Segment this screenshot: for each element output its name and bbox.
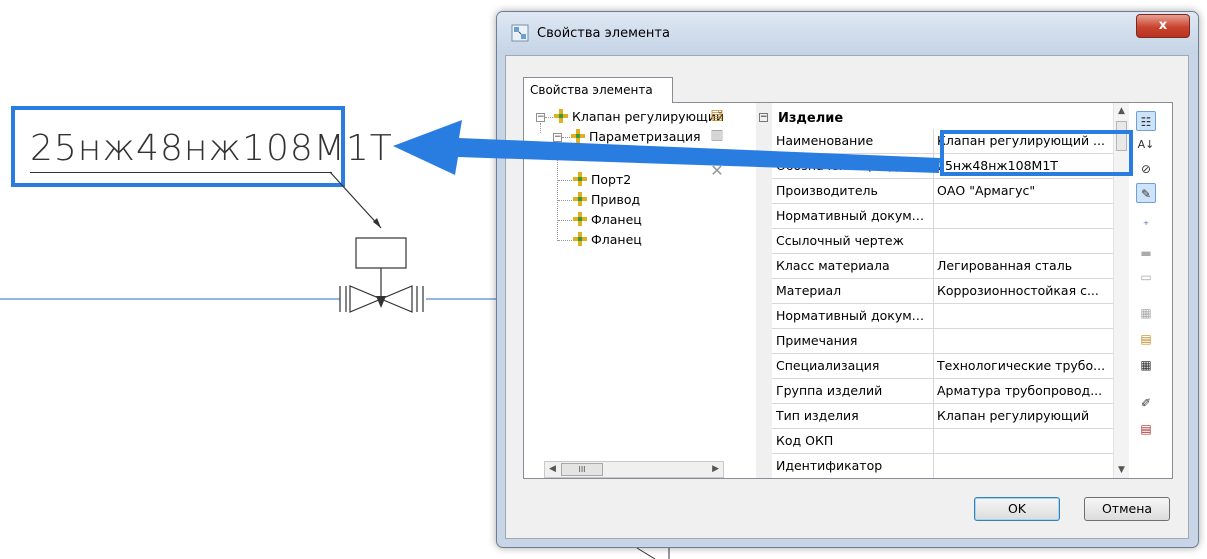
component-node-icon — [573, 172, 587, 186]
property-row[interactable]: Нормативный докумен... — [772, 304, 1113, 329]
property-name: Тип изделия — [776, 408, 859, 423]
delete-property-icon[interactable]: ▬ — [1136, 243, 1156, 263]
tree-node-label: Параметризация — [589, 129, 701, 144]
property-name: Обозначение (модель) — [776, 158, 926, 173]
property-name: Наименование — [776, 133, 874, 148]
categorized-view-icon[interactable]: ☷ — [1136, 111, 1156, 131]
tree-node-label: Привод — [591, 192, 641, 207]
category-collapse-toggle[interactable]: − — [759, 113, 768, 122]
component-node-icon — [573, 232, 587, 246]
table-view-icon[interactable]: ▦ — [1136, 355, 1156, 375]
property-name: Нормативный документ — [776, 208, 928, 223]
property-row[interactable]: Примечания — [772, 329, 1113, 354]
property-row[interactable]: Нормативный документ — [772, 204, 1113, 229]
category-label: Изделие — [778, 111, 844, 126]
element-tree: − Клапан регулирующий − Параметризация П… — [532, 109, 729, 478]
property-name: Код ОКП — [776, 433, 834, 448]
remove-list-icon[interactable]: ▤ — [1136, 419, 1156, 439]
tab-element-properties[interactable]: Свойства элемента — [523, 77, 673, 103]
property-row[interactable]: Ссылочный чертеж — [772, 229, 1113, 254]
property-name: Материал — [776, 283, 842, 298]
property-row[interactable]: Тип изделия Клапан регулирующий — [772, 404, 1113, 429]
scroll-down-icon[interactable]: ▼ — [1118, 465, 1125, 475]
cancel-button[interactable]: Отмена — [1084, 497, 1170, 521]
sort-alphabetical-icon[interactable]: A↓ — [1136, 135, 1156, 155]
property-value[interactable]: Арматура трубопровод... — [937, 383, 1109, 398]
component-node-icon — [573, 212, 587, 226]
add-property-icon[interactable]: ⁺ — [1136, 215, 1156, 235]
dialog-title: Свойства элемента — [537, 26, 670, 41]
close-button[interactable]: x — [1136, 14, 1190, 38]
property-name: Производитель — [776, 183, 878, 198]
tree-collapse-toggle[interactable]: − — [553, 133, 562, 142]
scroll-left-icon[interactable]: ◀ — [549, 464, 556, 474]
tree-node-flange-2[interactable]: Фланец — [573, 232, 642, 247]
copy-element-icon[interactable]: ▥ — [709, 127, 725, 143]
tree-node-label: Порт2 — [591, 172, 632, 187]
tree-node-port2[interactable]: Порт2 — [573, 172, 631, 187]
edit-properties-icon[interactable]: ✎ — [1136, 183, 1156, 203]
tree-node-valve[interactable]: Клапан регулирующий — [554, 109, 724, 124]
tree-horizontal-scrollbar[interactable]: ◀ III ▶ — [544, 461, 724, 478]
tree-node-actuator[interactable]: Привод — [573, 192, 640, 207]
toggle-empty-icon[interactable]: ⊘ — [1136, 159, 1156, 179]
clear-property-icon[interactable]: ▭ — [1136, 267, 1156, 287]
tree-collapse-toggle[interactable]: − — [536, 113, 545, 122]
property-name: Ссылочный чертеж — [776, 233, 904, 248]
properties-app-icon — [511, 24, 529, 42]
tree-node-label: Фланец — [591, 212, 642, 227]
property-name: Идентификатор — [776, 458, 883, 473]
scroll-right-icon[interactable]: ▶ — [712, 464, 719, 474]
delete-element-icon[interactable]: ✕ — [709, 163, 725, 179]
property-value[interactable]: Клапан регулирующий — [937, 408, 1109, 423]
property-row[interactable]: Специализация Технологические трубо... — [772, 354, 1113, 379]
insert-group-icon[interactable]: ▤ — [1136, 329, 1156, 349]
category-row[interactable]: − Изделие — [756, 109, 1113, 129]
tree-node-flange-1[interactable]: Фланец — [573, 212, 642, 227]
property-name: Специализация — [776, 358, 880, 373]
edit-form-icon[interactable]: ✐ — [1136, 393, 1156, 413]
property-name: Группа изделий — [776, 383, 883, 398]
tree-node-parametrization[interactable]: Параметризация — [571, 129, 701, 144]
property-row[interactable]: Класс материала Легированная сталь — [772, 254, 1113, 279]
grid-gutter — [756, 103, 772, 478]
property-row[interactable]: Группа изделий Арматура трубопровод... — [772, 379, 1113, 404]
dialog-client-area: Свойства элемента − Клапан регулирующий … — [505, 55, 1189, 539]
property-value[interactable]: Легированная сталь — [937, 258, 1109, 273]
property-name: Примечания — [776, 333, 858, 348]
add-element-icon[interactable]: ▤ — [709, 107, 725, 123]
property-template-icon[interactable]: ▦ — [1136, 303, 1156, 323]
properties-dialog: Свойства элемента x Свойства элемента − … — [496, 11, 1199, 548]
tree-node-label: Фланец — [591, 232, 642, 247]
property-row[interactable]: Идентификатор — [772, 454, 1113, 478]
tree-node-label: Клапан регулирующий — [572, 109, 725, 124]
component-node-icon — [571, 129, 585, 143]
property-value[interactable]: Коррозионностойкая с... — [937, 283, 1109, 298]
value-highlight — [940, 130, 1133, 176]
scroll-thumb[interactable]: III — [561, 463, 603, 476]
dialog-titlebar[interactable]: Свойства элемента x — [497, 12, 1198, 55]
component-node-icon — [554, 109, 568, 123]
property-row[interactable]: Код ОКП — [772, 429, 1113, 454]
property-name: Нормативный докумен... — [776, 308, 928, 323]
property-value[interactable]: Технологические трубо... — [937, 358, 1109, 373]
property-row[interactable]: Производитель ОАО "Армагус" — [772, 179, 1113, 204]
ok-button[interactable]: OK — [974, 497, 1060, 521]
scroll-up-icon[interactable]: ▲ — [1118, 106, 1125, 116]
component-node-icon — [573, 192, 587, 206]
property-name: Класс материала — [776, 258, 890, 273]
property-row[interactable]: Материал Коррозионностойкая с... — [772, 279, 1113, 304]
property-value[interactable]: ОАО "Армагус" — [937, 183, 1109, 198]
